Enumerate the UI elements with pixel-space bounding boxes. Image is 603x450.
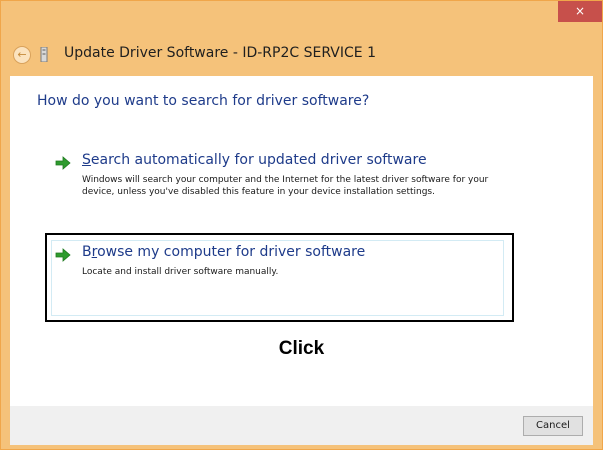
close-icon[interactable]: ×	[575, 4, 585, 18]
annotation-highlight-box	[45, 233, 514, 322]
back-arrow-icon[interactable]: ←	[17, 48, 26, 61]
cancel-button[interactable]: Cancel	[523, 416, 583, 436]
search-automatically-title-rest: earch automatically for updated driver s…	[90, 152, 427, 168]
page-heading: How do you want to search for driver sof…	[37, 93, 370, 109]
green-arrow-icon	[55, 156, 71, 170]
content-pane: How do you want to search for driver sof…	[10, 76, 593, 406]
update-driver-window: × ← Update Driver Software - ID-RP2C SER…	[0, 0, 603, 450]
dialog-title: Update Driver Software - ID-RP2C SERVICE…	[64, 45, 376, 61]
navigation-bar: ← Update Driver Software - ID-RP2C SERVI…	[1, 35, 602, 75]
search-automatically-accel: S	[82, 152, 91, 168]
device-icon	[40, 47, 48, 62]
close-button[interactable]: ×	[558, 1, 602, 22]
back-button[interactable]: ←	[13, 46, 31, 64]
dialog-footer: Cancel	[10, 406, 593, 445]
search-automatically-description: Windows will search your computer and th…	[82, 175, 489, 197]
search-automatically-title[interactable]: Search automatically for updated driver …	[82, 152, 427, 168]
title-bar: ×	[1, 1, 602, 35]
annotation-click-label: Click	[278, 338, 325, 359]
